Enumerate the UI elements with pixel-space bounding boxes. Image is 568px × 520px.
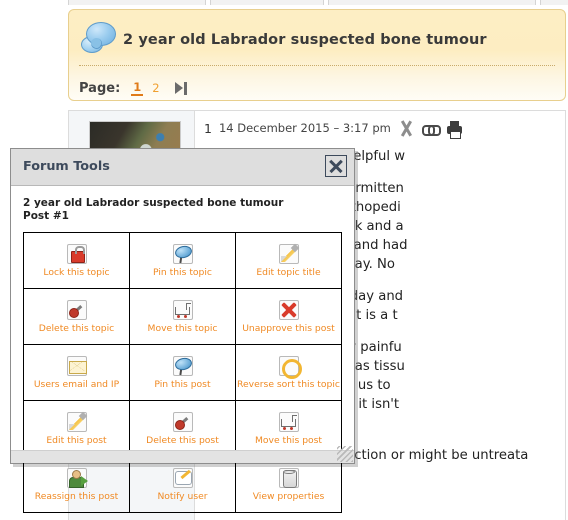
nav-tab-2[interactable] — [210, 0, 324, 5]
mail-icon — [66, 355, 88, 377]
tool-cell-pin-this-topic[interactable]: Pin this topic — [129, 232, 236, 289]
tool-cell-delete-this-topic[interactable]: Delete this topic — [23, 288, 130, 345]
topic-header-panel: 2 year old Labrador suspected bone tumou… — [68, 9, 566, 101]
notify-icon — [172, 467, 194, 489]
tool-cell-move-this-topic[interactable]: Move this topic — [129, 288, 236, 345]
nav-tab-1[interactable] — [68, 0, 206, 5]
dialog-body: 2 year old Labrador suspected bone tumou… — [11, 186, 354, 513]
tool-cell-notify-user[interactable]: Notify user — [129, 456, 236, 513]
wrench-icon — [66, 299, 88, 321]
pagination: Page: 1 2 — [79, 76, 189, 100]
last-page-icon[interactable] — [174, 81, 189, 95]
pencil-icon — [278, 243, 300, 265]
nav-tab-strip — [0, 0, 568, 9]
pencil-icon — [66, 411, 88, 433]
wrench-icon — [172, 411, 194, 433]
tools-grid-row: Edit this post Delete this post Move this … — [23, 400, 342, 457]
dialog-footer — [11, 450, 354, 463]
cart-icon — [278, 411, 300, 433]
tool-label: Edit topic title — [256, 266, 321, 278]
tool-cell-edit-topic-title[interactable]: Edit topic title — [235, 232, 342, 289]
dialog-titlebar[interactable]: Forum Tools — [11, 149, 354, 186]
dialog-title: Forum Tools — [23, 159, 110, 174]
tools-grid-row: Lock this topic Pin this topic Edit topic … — [23, 232, 342, 289]
close-icon[interactable] — [325, 155, 347, 177]
post-number: 1 — [204, 120, 212, 136]
tool-label: Unapprove this post — [242, 322, 335, 334]
pin-icon — [172, 243, 194, 265]
tool-label: Reassign this post — [34, 490, 119, 502]
tool-label: Users email and IP — [33, 378, 120, 390]
tool-label: Delete this topic — [38, 322, 115, 334]
tool-cell-pin-this-post[interactable]: Pin this post — [129, 344, 236, 401]
x-icon — [278, 299, 300, 321]
pin-icon — [172, 355, 194, 377]
forum-tools-dialog: Forum Tools 2 year old Labrador suspecte… — [10, 148, 355, 513]
tool-label: Reverse sort this topic — [237, 378, 340, 390]
tool-label: Move this post — [254, 434, 323, 446]
post-meta-row: 1 14 December 2015 – 3:17 pm — [204, 117, 559, 139]
divider — [79, 65, 555, 66]
tool-cell-reassign-this-post[interactable]: Reassign this post — [23, 456, 130, 513]
user-icon — [66, 467, 88, 489]
page-link-2[interactable]: 2 — [150, 81, 161, 95]
tool-label: View properties — [252, 490, 325, 502]
nav-tab-3[interactable] — [328, 0, 536, 5]
tool-label: Delete this post — [146, 434, 219, 446]
tools-icon[interactable] — [398, 120, 415, 137]
tool-cell-lock-this-topic[interactable]: Lock this topic — [23, 232, 130, 289]
resize-grip-icon[interactable] — [337, 446, 353, 462]
tool-label: Pin this post — [154, 378, 211, 390]
tool-cell-move-this-post[interactable]: Move this post — [235, 400, 342, 457]
tool-cell-reverse-sort-this-topic[interactable]: Reverse sort this topic — [235, 344, 342, 401]
tools-grid-row: Reassign this post Notify user View proper… — [23, 456, 342, 513]
post-timestamp: 14 December 2015 – 3:17 pm — [218, 121, 391, 135]
tool-cell-edit-this-post[interactable]: Edit this post — [23, 400, 130, 457]
dialog-post-number: Post #1 — [23, 210, 69, 222]
tool-label: Move this topic — [147, 322, 218, 334]
tool-cell-users-email-and-ip[interactable]: Users email and IP — [23, 344, 130, 401]
tools-grid-row: Users email and IP Pin this post Reverse s… — [23, 344, 342, 401]
tool-cell-unapprove-this-post[interactable]: Unapprove this post — [235, 288, 342, 345]
topic-title-row: 2 year old Labrador suspected bone tumou… — [79, 16, 557, 64]
forum-tools-grid: Lock this topic Pin this topic Edit topic … — [23, 232, 342, 513]
link-icon[interactable] — [421, 120, 441, 137]
refresh-icon — [277, 354, 306, 383]
dialog-subject: 2 year old Labrador suspected bone tumou… — [23, 197, 284, 209]
props-icon — [278, 467, 300, 489]
nav-tab-4[interactable] — [540, 0, 568, 5]
tool-label: Pin this topic — [153, 266, 212, 278]
tool-label: Lock this topic — [43, 266, 110, 278]
print-icon[interactable] — [446, 120, 463, 139]
tool-cell-delete-this-post[interactable]: Delete this post — [129, 400, 236, 457]
tool-label: Notify user — [157, 490, 208, 502]
page-link-1[interactable]: 1 — [131, 80, 144, 96]
tools-grid-row: Delete this topic Move this topic Unapprov… — [23, 288, 342, 345]
tool-label: Edit this post — [46, 434, 107, 446]
cart-icon — [172, 299, 194, 321]
lock-icon — [66, 243, 88, 265]
pagination-label: Page: — [79, 80, 121, 96]
tool-cell-view-properties[interactable]: View properties — [235, 456, 342, 513]
speech-bubble-icon — [79, 19, 123, 61]
page-title: 2 year old Labrador suspected bone tumou… — [123, 32, 487, 48]
